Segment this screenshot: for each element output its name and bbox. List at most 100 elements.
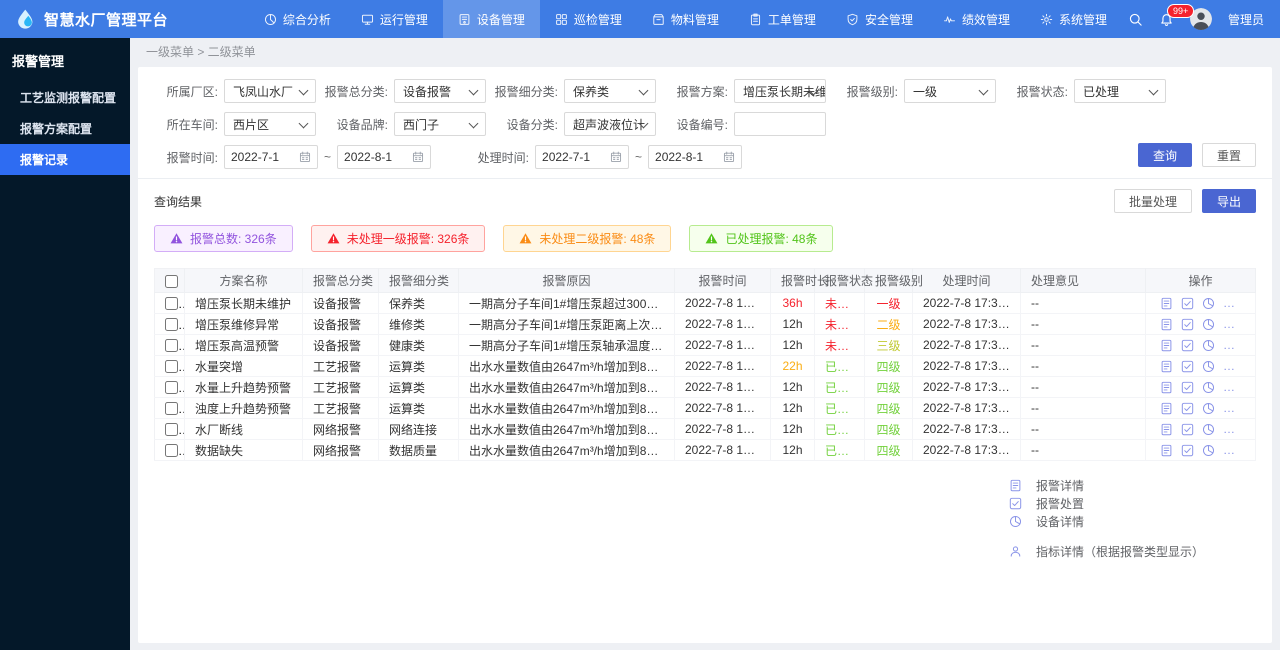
row-checkbox[interactable]	[165, 297, 178, 311]
cell-alarm-time: 2022-7-8 17:32:18	[674, 376, 771, 398]
alarm-handle-icon[interactable]	[1181, 339, 1194, 352]
alarm-level-select[interactable]: 一级	[904, 79, 996, 103]
device-category-select[interactable]: 超声波液位计	[564, 112, 656, 136]
col-handle-time: 处理时间	[912, 268, 1021, 293]
alarm-time-to-picker[interactable]: 2022-8-1	[337, 145, 432, 169]
cell-reason: 一期高分子车间1#增压泵距离上次维修24小时内发生...	[458, 313, 675, 335]
cell-reason: 出水水量数值由2647m³/h增加到8457m³/h，突然增...	[458, 376, 675, 398]
nav-item-patrol[interactable]: 巡检管理	[540, 0, 637, 38]
filter-row-3: 报警时间: 2022-7-1 ~ 2022-8-1 处理时间: 2022-7-1…	[154, 145, 1256, 169]
cell-duration: 36h	[770, 292, 815, 314]
badge-unhandled-level2: 未处理二级报警: 48条	[503, 225, 672, 252]
nav-item-safety[interactable]: 安全管理	[831, 0, 928, 38]
alarm-handle-icon[interactable]	[1181, 423, 1194, 436]
cell-actions	[1145, 439, 1256, 461]
cell-actions	[1145, 334, 1256, 356]
alarm-handle-icon[interactable]	[1181, 360, 1194, 373]
factory-select[interactable]: 飞凤山水厂	[224, 79, 316, 103]
user-name[interactable]: 管理员	[1228, 11, 1264, 28]
legend-label: 设备详情	[1035, 515, 1084, 529]
handle-time-to-picker[interactable]: 2022-8-1	[648, 145, 743, 169]
cell-handle-time: 2022-7-8 17:32:18	[912, 397, 1021, 419]
nav-item-analysis[interactable]: 综合分析	[249, 0, 346, 38]
search-icon[interactable]	[1128, 12, 1143, 27]
filter-row-1: 所属厂区: 飞凤山水厂 报警总分类: 设备报警 报警细分类: 保养类 报警方案: 增压泵…	[154, 79, 1256, 103]
nav-item-equipment[interactable]: 设备管理	[442, 0, 540, 38]
workshop-label: 所在车间:	[166, 117, 218, 132]
alarm-detail-icon[interactable]	[1160, 423, 1173, 436]
alarm-subcategory-select[interactable]: 保养类	[564, 79, 656, 103]
cell-status: 已处理	[814, 355, 865, 377]
select-all-checkbox[interactable]	[165, 274, 178, 288]
warning-triangle-icon	[519, 232, 532, 245]
alarm-detail-icon[interactable]	[1160, 444, 1173, 457]
alarm-status-select[interactable]: 已处理	[1074, 79, 1166, 103]
row-checkbox[interactable]	[165, 339, 178, 353]
reset-button[interactable]: 重置	[1201, 143, 1256, 167]
alarm-time-from-picker[interactable]: 2022-7-1	[224, 145, 318, 169]
workshop-select[interactable]: 西片区	[224, 112, 316, 136]
table-row: 浊度上升趋势预警工艺报警运算类出水水量数值由2647m³/h增加到8457m³/…	[154, 397, 1256, 419]
cell-opinion: --	[1020, 418, 1146, 440]
device-code-input[interactable]	[734, 112, 826, 136]
alarm-plan-select[interactable]: 增压泵长期未维	[734, 79, 826, 103]
nav-item-workorder[interactable]: 工单管理	[734, 0, 831, 38]
search-button[interactable]: 查询	[1137, 143, 1192, 167]
alarm-category-select[interactable]: 设备报警	[394, 79, 486, 103]
top-nav: 综合分析 运行管理 设备管理 巡检管理 物料管理 工单管理 安全管理 绩效管理 …	[249, 0, 1122, 38]
nav-label: 工单管理	[767, 12, 816, 27]
alarm-detail-icon[interactable]	[1160, 339, 1173, 352]
sidebar-item-alarm-records[interactable]: 报警记录	[0, 144, 130, 175]
handle-time-label: 处理时间:	[477, 150, 530, 165]
sidebar-item-process-alarm-config[interactable]: 工艺监测报警配置	[0, 82, 130, 113]
cell-actions	[1145, 355, 1256, 377]
alarm-detail-icon[interactable]	[1160, 360, 1173, 373]
results-title: 查询结果	[154, 194, 203, 209]
alarm-handle-icon[interactable]	[1181, 381, 1194, 394]
alarm-detail-icon[interactable]	[1160, 402, 1173, 415]
device-detail-icon[interactable]	[1202, 318, 1215, 331]
row-checkbox[interactable]	[165, 444, 178, 458]
nav-item-kpi[interactable]: 绩效管理	[928, 0, 1025, 38]
alarm-detail-icon[interactable]	[1160, 297, 1173, 310]
device-detail-icon[interactable]	[1202, 444, 1215, 457]
device-detail-icon[interactable]	[1202, 381, 1215, 394]
row-checkbox[interactable]	[165, 318, 178, 332]
export-button[interactable]: 导出	[1201, 189, 1256, 213]
row-checkbox[interactable]	[165, 360, 178, 374]
row-checkbox[interactable]	[165, 381, 178, 395]
alarm-handle-icon[interactable]	[1181, 444, 1194, 457]
row-checkbox[interactable]	[165, 402, 178, 416]
cell-alarm-time: 2022-7-8 17:32:18	[674, 355, 771, 377]
notifications[interactable]: 99+	[1159, 3, 1195, 27]
alarm-handle-icon[interactable]	[1181, 318, 1194, 331]
device-detail-icon[interactable]	[1202, 402, 1215, 415]
nav-label: 设备管理	[476, 12, 525, 27]
calendar-icon	[412, 151, 424, 163]
box-icon	[652, 13, 665, 26]
handle-time-from-picker[interactable]: 2022-7-1	[535, 145, 630, 169]
alarm-handle-icon[interactable]	[1181, 297, 1194, 310]
cell-level: 四级	[864, 376, 913, 398]
device-detail-icon[interactable]	[1202, 360, 1215, 373]
row-checkbox[interactable]	[165, 423, 178, 437]
legend-alarm-detail: 报警详情	[1009, 477, 1204, 494]
nav-item-material[interactable]: 物料管理	[637, 0, 734, 38]
batch-handle-button[interactable]: 批量处理	[1113, 189, 1192, 213]
badge-total-alarms: 报警总数: 326条	[154, 225, 293, 252]
sidebar-item-alarm-plan-config[interactable]: 报警方案配置	[0, 113, 130, 144]
factory-label: 所属厂区:	[166, 84, 218, 99]
alarm-status-label: 报警状态:	[1016, 84, 1068, 99]
cell-subcategory: 保养类	[378, 292, 459, 314]
device-detail-icon[interactable]	[1202, 423, 1215, 436]
cell-plan-name: 水厂断线	[184, 418, 303, 440]
nav-item-operation[interactable]: 运行管理	[346, 0, 443, 38]
alarm-detail-icon[interactable]	[1160, 381, 1173, 394]
cell-level: 三级	[864, 334, 913, 356]
alarm-detail-icon[interactable]	[1160, 318, 1173, 331]
device-brand-select[interactable]: 西门子	[394, 112, 486, 136]
nav-item-system[interactable]: 系统管理	[1025, 0, 1122, 38]
alarm-handle-icon[interactable]	[1181, 402, 1194, 415]
device-detail-icon[interactable]	[1202, 339, 1215, 352]
device-detail-icon[interactable]	[1202, 297, 1215, 310]
